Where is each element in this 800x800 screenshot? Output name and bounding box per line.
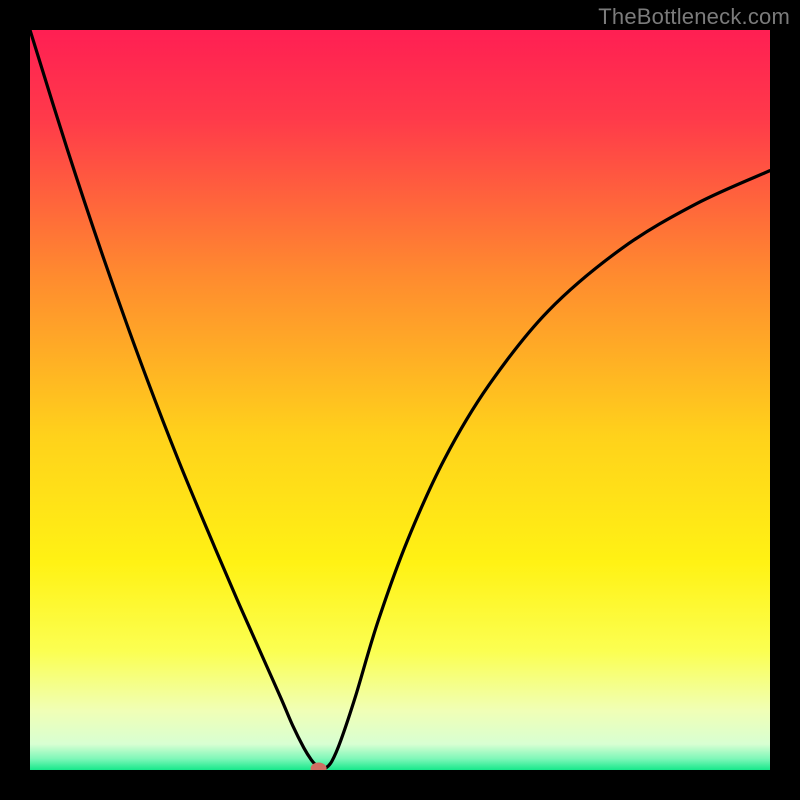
watermark-text: TheBottleneck.com	[598, 4, 790, 30]
gradient-background	[30, 30, 770, 770]
plot-area	[30, 30, 770, 770]
chart-frame: TheBottleneck.com	[0, 0, 800, 800]
bottleneck-chart	[30, 30, 770, 770]
